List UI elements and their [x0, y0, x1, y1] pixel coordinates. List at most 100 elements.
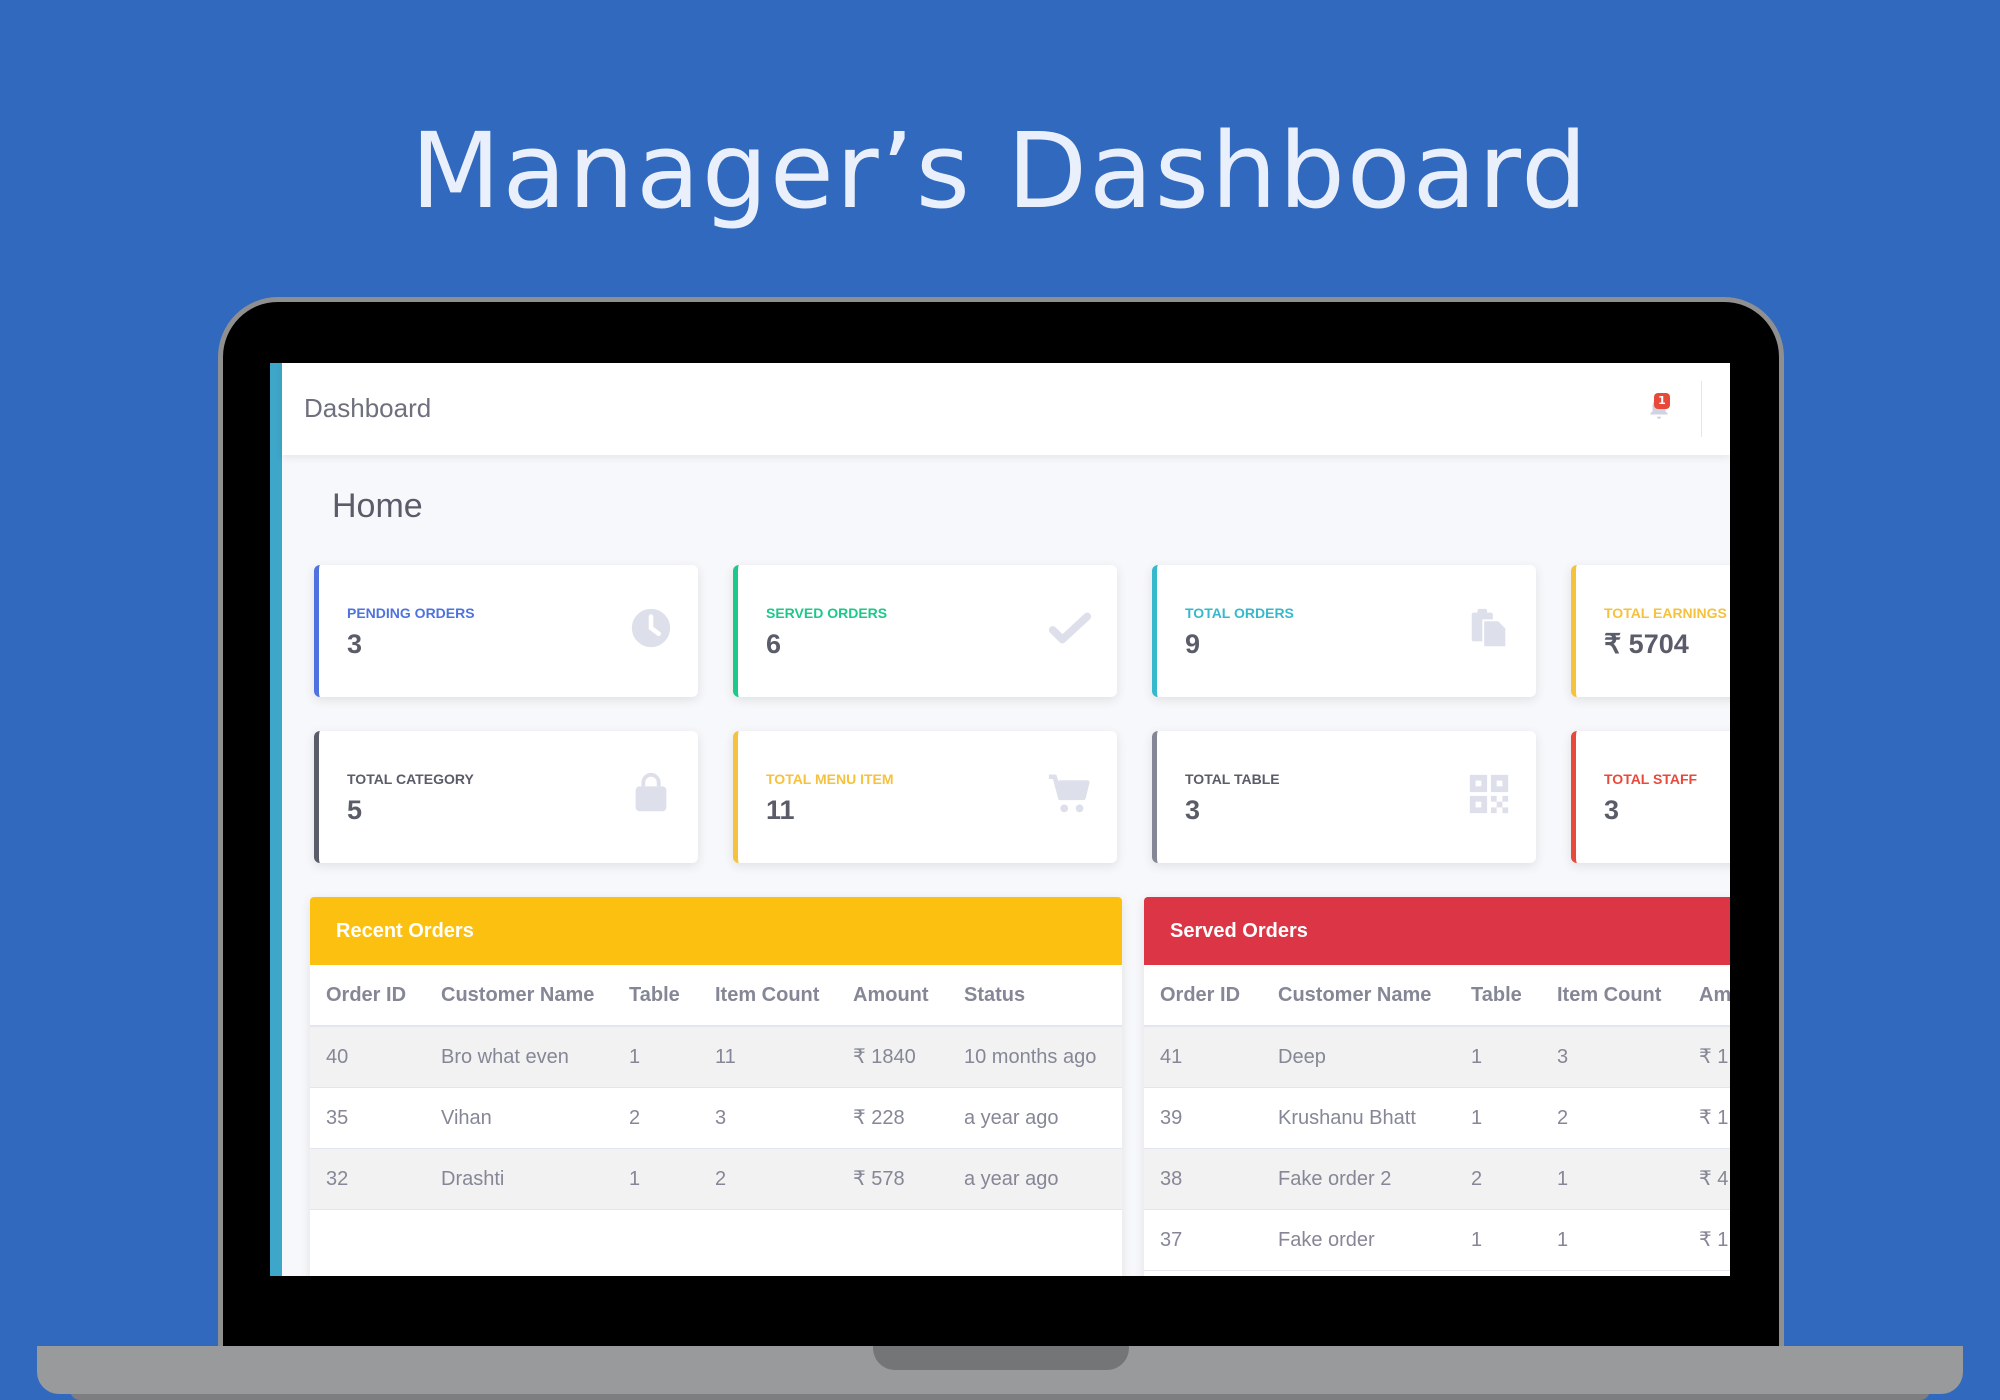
stat-label: TOTAL ORDERS — [1185, 605, 1294, 621]
served-orders-title: Served Orders — [1144, 897, 1730, 965]
customer-name-cell: Fake order 2 — [1262, 1148, 1455, 1210]
order-id-cell: 35 — [310, 1087, 425, 1149]
table-cell: 1 — [1455, 1026, 1541, 1088]
stat-card-total-orders[interactable]: TOTAL ORDERS 9 — [1152, 565, 1536, 697]
stat-card-total-menu-item[interactable]: TOTAL MENU ITEM 11 — [733, 731, 1117, 863]
stat-label: TOTAL STAFF — [1604, 771, 1698, 787]
table-header-row: Order ID Customer Name Table Item Count … — [1144, 965, 1730, 1027]
stat-card-total-earnings[interactable]: TOTAL EARNINGS ₹ 5704 — [1571, 565, 1730, 697]
hero-title: Manager’s Dashboard — [410, 110, 1590, 232]
served-orders-panel: Served Orders Order ID Customer Name Tab… — [1144, 897, 1730, 1276]
order-id-cell: 32 — [310, 1148, 425, 1210]
amount-cell: ₹ 1840 — [837, 1026, 948, 1088]
table-header-row: Order ID Customer Name Table Item Count … — [310, 965, 1122, 1027]
column-header-table[interactable]: Table — [1455, 965, 1541, 1027]
laptop-notch — [873, 1346, 1129, 1370]
clock-icon — [631, 608, 671, 648]
table-row[interactable]: 38 Fake order 2 2 1 ₹ 4 — [1144, 1148, 1730, 1210]
item-count-cell: 1 — [1541, 1148, 1683, 1210]
customer-name-cell: Deep — [1262, 1026, 1455, 1088]
column-header-order-id[interactable]: Order ID — [1144, 965, 1262, 1027]
table-row[interactable]: 32 Drashti 1 2 ₹ 578 a year ago — [310, 1148, 1122, 1210]
item-count-cell: 1 — [1541, 1209, 1683, 1271]
column-header-customer-name[interactable]: Customer Name — [425, 965, 613, 1027]
order-id-cell: 38 — [1144, 1148, 1262, 1210]
sidebar — [270, 363, 282, 1276]
laptop-screen: Dashboard 1 Home PENDING ORDERS 3 SERVED… — [270, 363, 1730, 1276]
amount-cell: ₹ 1 — [1683, 1209, 1730, 1271]
qrcode-icon — [1469, 774, 1509, 814]
status-cell: 10 months ago — [948, 1026, 1122, 1088]
notification-badge: 1 — [1654, 393, 1670, 409]
customer-name-cell: Vihan — [425, 1087, 613, 1149]
stat-value: 11 — [766, 795, 795, 825]
stat-value: 5 — [347, 795, 363, 825]
amount-cell: ₹ 228 — [837, 1087, 948, 1149]
stat-value: ₹ 5704 — [1604, 629, 1689, 659]
table-row[interactable]: 37 Fake order 1 1 ₹ 1 — [1144, 1209, 1730, 1271]
table-row[interactable]: 39 Krushanu Bhatt 1 2 ₹ 1 — [1144, 1087, 1730, 1149]
column-header-status[interactable]: Status — [948, 965, 1122, 1027]
amount-cell: ₹ 4 — [1683, 1148, 1730, 1210]
stat-label: TOTAL EARNINGS — [1604, 605, 1727, 621]
stat-label: TOTAL MENU ITEM — [766, 771, 894, 787]
order-id-cell: 41 — [1144, 1026, 1262, 1088]
stat-value: 3 — [347, 629, 363, 659]
page-title: Home — [332, 487, 423, 525]
stat-value: 3 — [1604, 795, 1620, 825]
table-row[interactable]: 41 Deep 1 3 ₹ 1 — [1144, 1026, 1730, 1088]
amount-cell: ₹ 578 — [837, 1148, 948, 1210]
column-header-amount[interactable]: Am — [1683, 965, 1730, 1027]
stat-card-total-staff[interactable]: TOTAL STAFF 3 — [1571, 731, 1730, 863]
customer-name-cell: Drashti — [425, 1148, 613, 1210]
stat-value: 9 — [1185, 629, 1201, 659]
table-cell: 2 — [613, 1087, 699, 1149]
item-count-cell: 2 — [1541, 1087, 1683, 1149]
recent-orders-panel: Recent Orders Order ID Customer Name Tab… — [310, 897, 1122, 1276]
stat-label: TOTAL CATEGORY — [347, 771, 474, 787]
check-icon — [1048, 612, 1092, 644]
table-cell: 1 — [1455, 1087, 1541, 1149]
table-cell: 2 — [1455, 1148, 1541, 1210]
table-row[interactable]: 35 Vihan 2 3 ₹ 228 a year ago — [310, 1087, 1122, 1149]
recent-orders-title: Recent Orders — [310, 897, 1122, 965]
column-header-customer-name[interactable]: Customer Name — [1262, 965, 1455, 1027]
breadcrumb: Dashboard — [304, 393, 432, 423]
table-cell: 1 — [1455, 1209, 1541, 1271]
customer-name-cell: Bro what even — [425, 1026, 613, 1088]
table-cell: 1 — [613, 1148, 699, 1210]
customer-name-cell: Krushanu Bhatt — [1262, 1087, 1455, 1149]
stat-card-total-category[interactable]: TOTAL CATEGORY 5 — [314, 731, 698, 863]
item-count-cell: 3 — [699, 1087, 837, 1149]
shopping-bag-icon — [635, 772, 667, 812]
stat-label: SERVED ORDERS — [766, 605, 888, 621]
amount-cell: ₹ 1 — [1683, 1026, 1730, 1088]
item-count-cell: 3 — [1541, 1026, 1683, 1088]
item-count-cell: 2 — [699, 1148, 837, 1210]
stat-value: 3 — [1185, 795, 1201, 825]
stat-card-total-table[interactable]: TOTAL TABLE 3 — [1152, 731, 1536, 863]
status-cell: a year ago — [948, 1148, 1122, 1210]
column-header-item-count[interactable]: Item Count — [1541, 965, 1683, 1027]
recent-orders-table: Order ID Customer Name Table Item Count … — [310, 965, 1122, 1210]
stat-label: TOTAL TABLE — [1185, 771, 1280, 787]
column-header-amount[interactable]: Amount — [837, 965, 948, 1027]
customer-name-cell: Fake order — [1262, 1209, 1455, 1271]
status-cell: a year ago — [948, 1087, 1122, 1149]
column-header-table[interactable]: Table — [613, 965, 699, 1027]
clipboard-icon — [1471, 608, 1508, 649]
table-row[interactable]: 40 Bro what even 1 11 ₹ 1840 10 months a… — [310, 1026, 1122, 1088]
order-id-cell: 37 — [1144, 1209, 1262, 1271]
order-id-cell: 39 — [1144, 1087, 1262, 1149]
topbar: Dashboard 1 — [282, 363, 1730, 455]
stat-label: PENDING ORDERS — [347, 605, 475, 621]
stat-value: 6 — [766, 629, 782, 659]
column-header-order-id[interactable]: Order ID — [310, 965, 425, 1027]
stat-card-served-orders[interactable]: SERVED ORDERS 6 — [733, 565, 1117, 697]
table-cell: 1 — [613, 1026, 699, 1088]
served-orders-table: Order ID Customer Name Table Item Count … — [1144, 965, 1730, 1271]
column-header-item-count[interactable]: Item Count — [699, 965, 837, 1027]
stat-card-pending-orders[interactable]: PENDING ORDERS 3 — [314, 565, 698, 697]
topbar-divider — [1701, 381, 1702, 437]
order-id-cell: 40 — [310, 1026, 425, 1088]
